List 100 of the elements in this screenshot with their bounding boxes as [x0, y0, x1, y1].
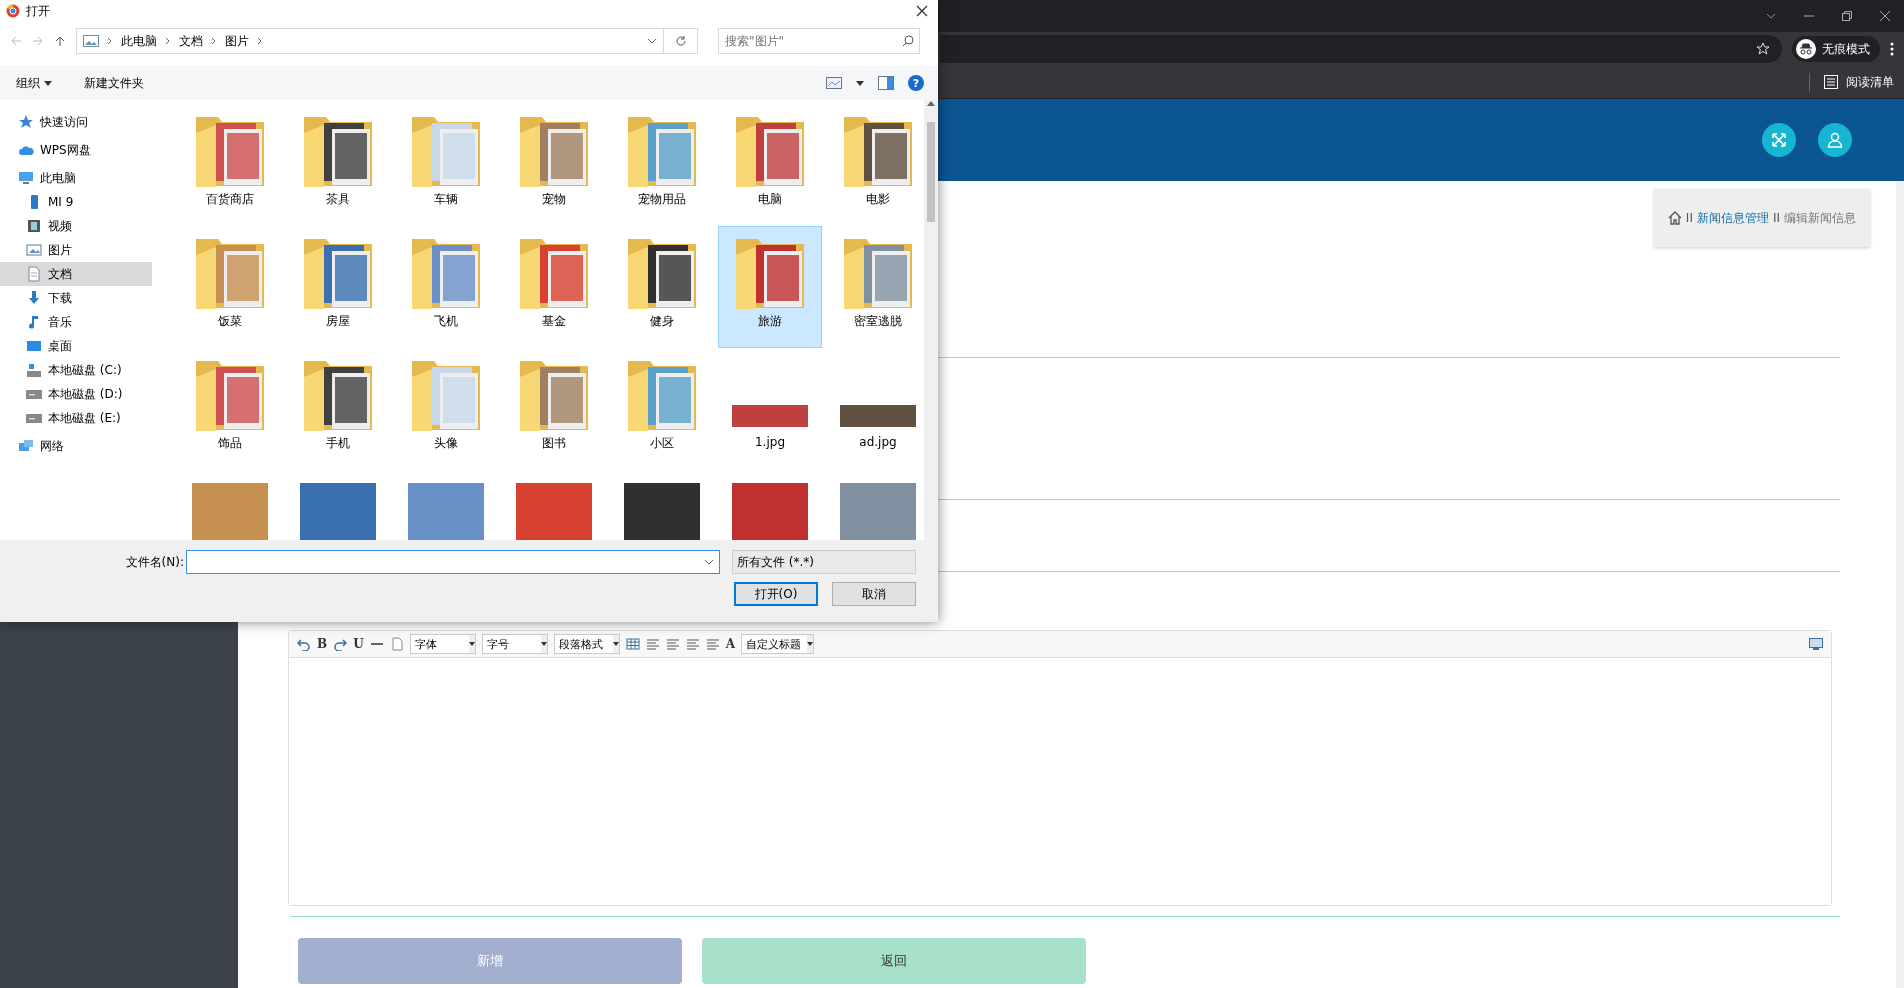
organize-menu-button[interactable]: 组织 — [14, 72, 54, 94]
folder-item[interactable]: 飞机 — [394, 226, 498, 348]
folder-item[interactable]: 车辆 — [394, 104, 498, 226]
folder-item[interactable]: 宠物用品 — [610, 104, 714, 226]
nav-item[interactable]: 此电脑 — [0, 166, 152, 190]
image-file-item[interactable]: ad.jpg — [826, 348, 924, 470]
nav-item[interactable]: 快速访问 — [0, 110, 152, 134]
folder-item[interactable]: 头像 — [394, 348, 498, 470]
folder-item[interactable]: 电影 — [826, 104, 924, 226]
dialog-title: 打开 — [26, 2, 50, 20]
folder-item[interactable]: 茶具 — [286, 104, 390, 226]
format-dropdown[interactable]: 自定义标题 — [740, 634, 814, 654]
restore-icon[interactable] — [1842, 11, 1852, 21]
open-button[interactable]: 打开(O) — [734, 582, 818, 606]
folder-item[interactable]: 电脑 — [718, 104, 822, 226]
file-name: 基金 — [542, 313, 566, 330]
expand-arrows-icon — [1771, 132, 1787, 148]
breadcrumb-separator: II — [1685, 211, 1693, 225]
folder-item[interactable]: 图书 — [502, 348, 606, 470]
file-name: 电脑 — [758, 191, 782, 208]
path-segment[interactable]: 此电脑 — [121, 32, 157, 50]
file-name: 房屋 — [326, 313, 350, 330]
tab-search-icon[interactable] — [1766, 13, 1776, 19]
filename-field[interactable] — [186, 550, 720, 574]
scrollbar[interactable] — [1896, 181, 1904, 988]
format-dropdown[interactable]: 字号 — [481, 634, 548, 654]
path-segment[interactable]: 文档 — [179, 32, 203, 50]
nav-item[interactable]: 视频 — [0, 214, 152, 238]
dropdown-chevron-icon[interactable] — [704, 559, 714, 565]
user-button[interactable] — [1818, 123, 1852, 157]
preview-icon[interactable] — [1809, 638, 1823, 650]
folder-item[interactable]: 健身 — [610, 226, 714, 348]
image-file-item[interactable]: 1.jpg — [718, 348, 822, 470]
close-icon[interactable] — [1880, 11, 1890, 21]
nav-item[interactable]: 本地磁盘 (C:) — [0, 358, 152, 382]
help-icon[interactable]: ? — [908, 75, 924, 91]
close-icon[interactable] — [916, 5, 928, 17]
redo-icon[interactable] — [333, 637, 348, 651]
folder-item[interactable]: 手机 — [286, 348, 390, 470]
search-field[interactable]: 搜索"图片" — [718, 28, 920, 54]
preview-pane-icon[interactable] — [878, 76, 894, 90]
folder-item[interactable]: 宠物 — [502, 104, 606, 226]
nav-item[interactable]: 本地磁盘 (D:) — [0, 382, 152, 406]
nav-item[interactable]: 音乐 — [0, 310, 152, 334]
browser-logo-icon — [6, 4, 20, 18]
home-icon[interactable] — [1667, 211, 1682, 225]
nav-item[interactable]: 桌面 — [0, 334, 152, 358]
caret-icon[interactable] — [856, 80, 864, 86]
nav-item[interactable]: MI 9 — [0, 190, 152, 214]
view-icon[interactable] — [826, 77, 842, 89]
rich-text-editor[interactable]: B U 字体 字号 段落格式 A 自定义标题 — [288, 630, 1832, 906]
folder-item[interactable]: 百货商店 — [178, 104, 282, 226]
incognito-profile-button[interactable]: 无痕模式 — [1792, 36, 1880, 62]
folder-item[interactable]: 小区 — [610, 348, 714, 470]
nav-item[interactable]: 下载 — [0, 286, 152, 310]
nav-item[interactable]: WPS网盘 — [0, 138, 152, 162]
breadcrumb-current: 编辑新闻信息 — [1784, 209, 1856, 227]
folder-item[interactable]: 旅游 — [718, 226, 822, 348]
file-name: 车辆 — [434, 191, 458, 208]
caret-icon — [540, 642, 547, 646]
format-button[interactable]: U — [353, 637, 364, 651]
cancel-button[interactable]: 取消 — [832, 582, 916, 606]
format-dropdown[interactable]: 字体 — [409, 634, 476, 654]
format-button[interactable]: B — [317, 637, 328, 651]
star-icon[interactable] — [1756, 42, 1770, 56]
folder-item[interactable]: 饭菜 — [178, 226, 282, 348]
file-type-dropdown[interactable]: 所有文件 (*.*) — [732, 550, 916, 574]
back-button[interactable]: 返回 — [702, 938, 1086, 984]
nav-item[interactable]: 本地磁盘 (E:) — [0, 406, 152, 430]
folder-item[interactable]: 房屋 — [286, 226, 390, 348]
nav-item[interactable]: 图片 — [0, 238, 152, 262]
address-bar[interactable]: 此电脑 文档 图片 — [76, 28, 664, 54]
path-segment[interactable]: 图片 — [225, 32, 249, 50]
more-menu-icon[interactable] — [1890, 42, 1894, 56]
nav-item[interactable]: 网络 — [0, 434, 152, 458]
folder-item[interactable]: 密室逃脱 — [826, 226, 924, 348]
table-icon[interactable] — [625, 637, 640, 651]
reading-list-button[interactable]: 阅读清单 — [1809, 72, 1900, 92]
fullscreen-button[interactable] — [1762, 123, 1796, 157]
search-icon — [902, 35, 914, 47]
dropdown-chevron-icon[interactable] — [647, 38, 657, 44]
up-arrow-icon[interactable] — [54, 35, 66, 47]
format-dropdown[interactable]: 段落格式 — [553, 634, 620, 654]
caret-icon — [806, 642, 813, 646]
file-name: ad.jpg — [859, 435, 897, 449]
breadcrumb-separator: II — [1772, 211, 1780, 225]
caret-icon[interactable] — [44, 80, 52, 86]
folder-item[interactable]: 饰品 — [178, 348, 282, 470]
scrollbar-thumb[interactable] — [927, 122, 935, 222]
format-button[interactable]: A — [725, 637, 735, 651]
filename-label: 文件名(N): — [124, 553, 185, 571]
file-name: 饰品 — [218, 435, 242, 452]
film-icon — [26, 218, 42, 234]
undo-icon[interactable] — [297, 637, 311, 651]
folder-item[interactable]: 基金 — [502, 226, 606, 348]
nav-item[interactable]: 文档 — [0, 262, 152, 286]
file-name: 图书 — [542, 435, 566, 452]
refresh-icon[interactable] — [674, 35, 687, 47]
breadcrumb-link[interactable]: 新闻信息管理 — [1696, 209, 1769, 227]
new-folder-button[interactable]: 新建文件夹 — [82, 72, 146, 94]
